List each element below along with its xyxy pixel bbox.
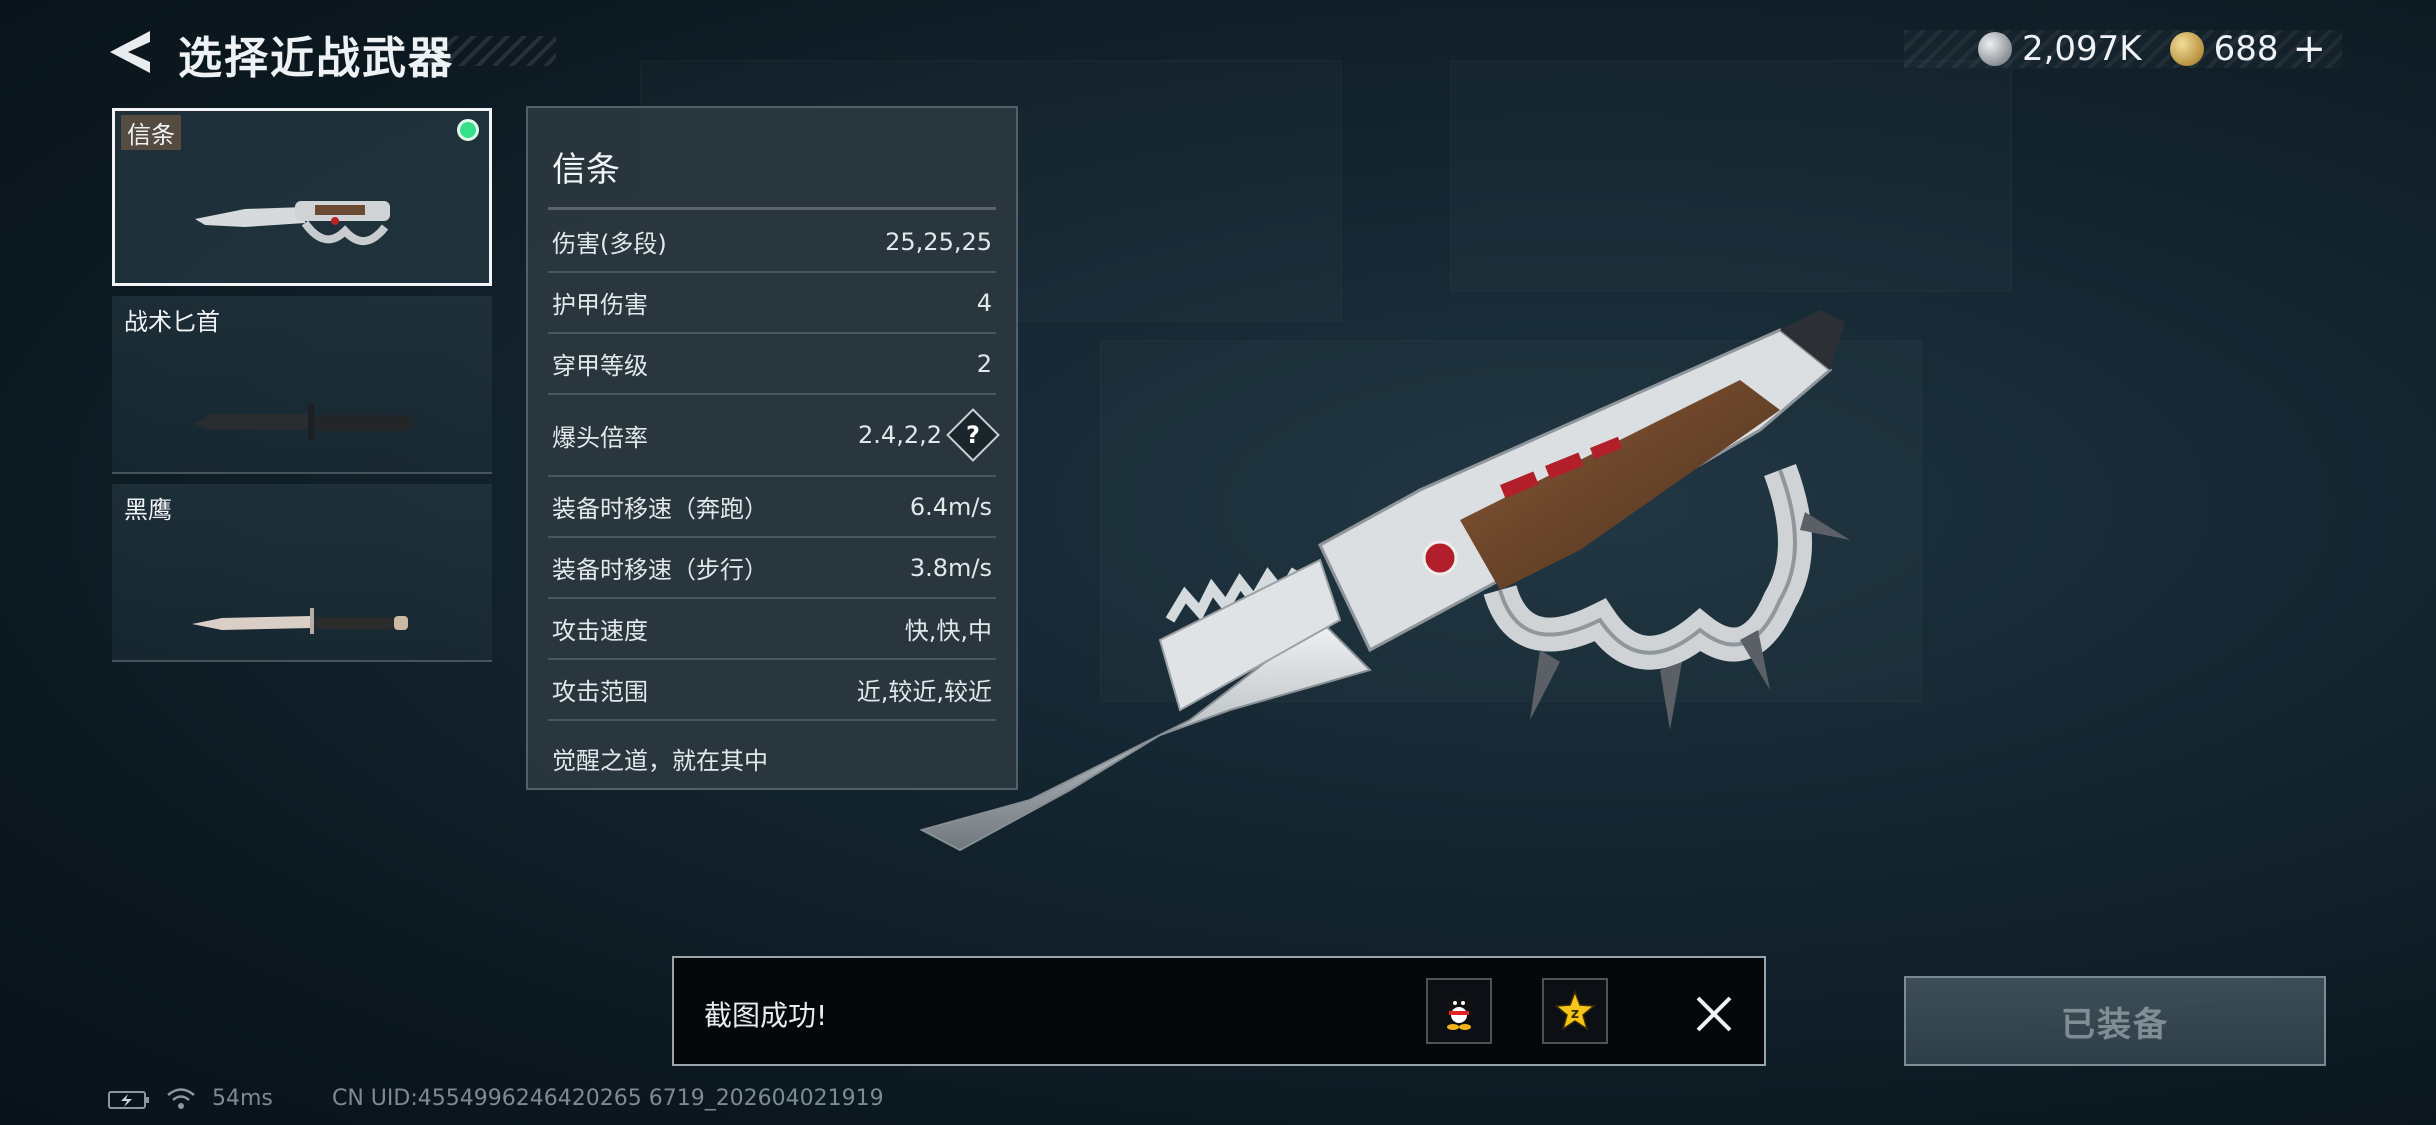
wifi-icon (167, 1088, 195, 1109)
stat-row-damage: 伤害(多段) 25,25,25 (548, 212, 996, 273)
qq-icon (1447, 994, 1471, 1030)
silver-coin-icon (1977, 32, 2012, 66)
equipped-indicator-icon (457, 119, 479, 141)
battery-icon (108, 1091, 149, 1109)
weapon-name: 信条 (121, 115, 181, 150)
back-icon[interactable] (106, 27, 154, 77)
svg-text:z: z (1571, 1006, 1579, 1022)
stat-label: 装备时移速（步行） (552, 556, 768, 584)
qzone-icon: z (1554, 989, 1596, 1031)
gold-coin-icon (2169, 32, 2204, 66)
stat-label: 伤害(多段) (552, 230, 667, 258)
stat-label: 穿甲等级 (552, 352, 648, 380)
page-title: 选择近战武器 (178, 33, 454, 84)
weapon-item-black-hawk[interactable]: 黑鹰 (112, 484, 492, 662)
stat-label: 攻击范围 (552, 678, 648, 706)
black-hawk-knife-thumbnail (192, 608, 408, 634)
ping-text: 54ms (212, 1086, 273, 1111)
weapon-name: 黑鹰 (124, 496, 172, 524)
trench-knife-model (919, 310, 1850, 852)
screenshot-toast: 截图成功! z (672, 956, 1766, 1066)
weapon-name: 战术匕首 (124, 308, 220, 336)
weapon-item-xintiao[interactable]: 信条 (112, 108, 492, 286)
add-currency-icon[interactable]: + (2292, 29, 2326, 69)
tactical-dagger-thumbnail (194, 404, 414, 440)
stats-divider (548, 207, 996, 210)
stat-label: 攻击速度 (552, 617, 648, 645)
toast-message: 截图成功! (704, 999, 828, 1032)
stats-title: 信条 (552, 150, 620, 190)
weapon-item-tactical-dagger[interactable]: 战术匕首 (112, 296, 492, 474)
trench-knife-thumbnail (195, 201, 390, 245)
stat-value: 25,25,25 (885, 227, 992, 256)
uid-text: CN UID:4554996246420265 6719_20260402191… (332, 1086, 884, 1111)
silver-currency-value: 2,097K (2021, 29, 2142, 69)
stat-label: 爆头倍率 (552, 423, 648, 452)
stat-label: 护甲伤害 (552, 291, 648, 319)
equipped-button[interactable]: 已装备 (1904, 976, 2326, 1066)
background-panel (1450, 60, 2012, 292)
close-icon[interactable] (1684, 984, 1744, 1044)
share-qzone-button[interactable]: z (1542, 978, 1608, 1044)
title-decoration (420, 36, 556, 66)
currency-bar: 2,097K 688 + (1904, 29, 2342, 69)
stat-label: 装备时移速（奔跑） (552, 495, 768, 523)
gold-currency-value: 688 (2213, 29, 2279, 69)
share-qq-button[interactable] (1426, 978, 1492, 1044)
